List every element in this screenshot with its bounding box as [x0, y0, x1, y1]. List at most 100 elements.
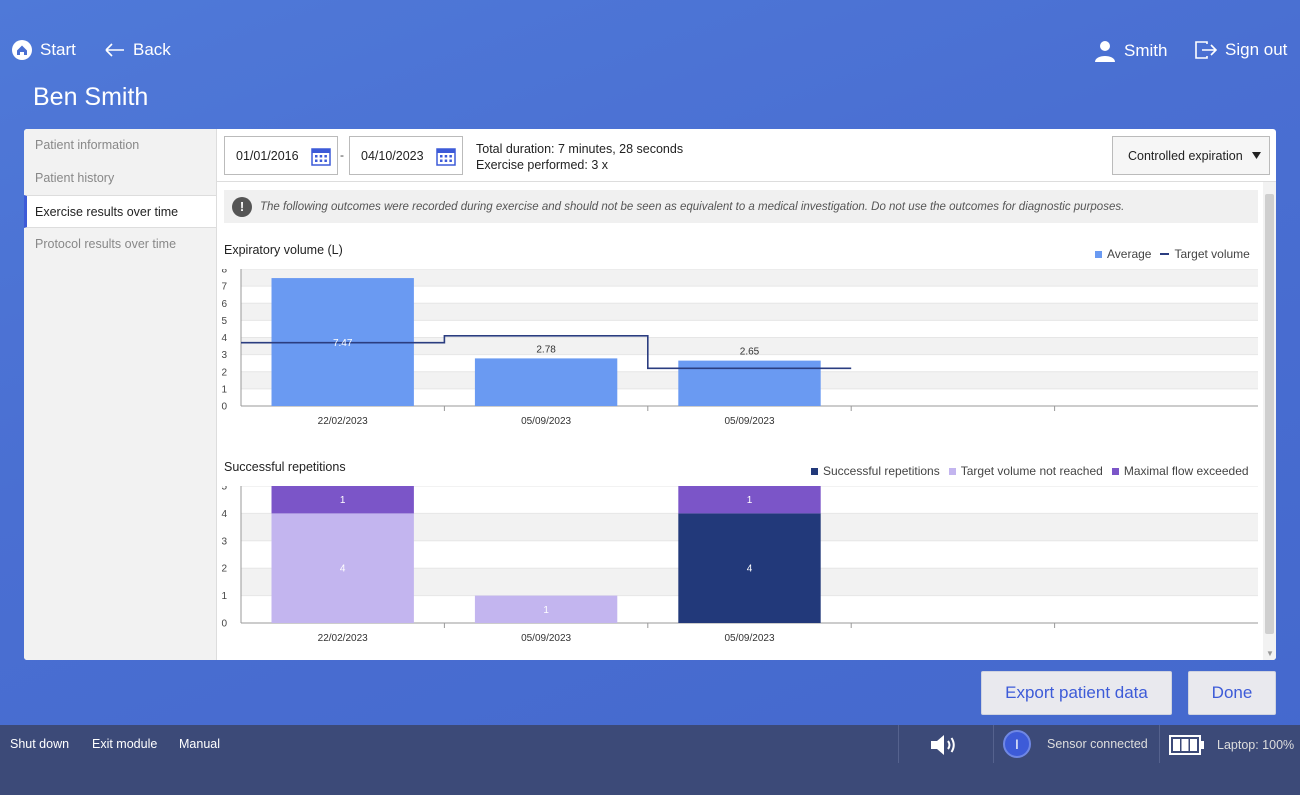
export-patient-data-button[interactable]: Export patient data [981, 671, 1172, 715]
exercise-count: Exercise performed: 3 x [476, 158, 608, 172]
x-tick-label: 05/09/2023 [521, 633, 571, 644]
start-label: Start [40, 40, 76, 59]
bar-average [474, 358, 618, 406]
volume-chart: 0 1 2 3 4 5 6 7 8 22/02/2023 05/09/2023 05/09/2023 7… [221, 269, 1258, 427]
scrollbar-thumb[interactable] [1265, 194, 1274, 634]
calendar-icon[interactable] [436, 146, 456, 166]
y-tick-label: 3 [221, 536, 227, 547]
status-divider [993, 725, 994, 763]
done-button[interactable]: Done [1188, 671, 1276, 715]
manual-button[interactable]: Manual [179, 737, 220, 751]
repetitions-chart-legend: Successful repetitions Target volume not… [811, 464, 1249, 478]
user-button[interactable]: Smith [1094, 40, 1167, 62]
y-tick-label: 5 [221, 486, 227, 493]
y-tick-label: 2 [221, 564, 227, 575]
mode-dropdown[interactable]: Controlled expiration [1112, 136, 1270, 175]
start-button[interactable]: Start [12, 40, 76, 60]
x-tick-label: 05/09/2023 [724, 416, 774, 427]
user-icon [1095, 41, 1115, 62]
status-divider [1159, 725, 1160, 763]
legend-swatch-not-reached [948, 467, 956, 475]
y-tick-label: 4 [221, 509, 227, 520]
sensor-status: I Sensor connected [1003, 730, 1148, 758]
legend-swatch-target-volume [1160, 253, 1170, 255]
calendar-icon[interactable] [311, 146, 331, 166]
arrow-left-icon [105, 43, 124, 57]
battery-label: Laptop: 100% [1217, 738, 1295, 752]
legend-swatch-average [1095, 250, 1102, 258]
shut-down-button[interactable]: Shut down [10, 737, 69, 751]
filter-toolbar: 01/01/2016 - 04/10/2023 Total duration: … [217, 129, 1276, 182]
legend-label-flow-exceeded: Maximal flow exceeded [1123, 464, 1249, 478]
y-tick-label: 6 [221, 299, 227, 310]
date-to-field[interactable]: 04/10/2023 [349, 136, 463, 175]
exit-module-button[interactable]: Exit module [92, 737, 157, 751]
scroll-down-icon[interactable]: ▼ [1266, 649, 1274, 658]
content-scrollbar[interactable]: ▼ [1263, 182, 1276, 660]
disclaimer-text: The following outcomes were recorded dur… [260, 200, 1125, 213]
exclamation-icon: ! [232, 196, 252, 217]
back-label: Back [133, 40, 171, 59]
x-tick-label: 22/02/2023 [318, 633, 368, 644]
caret-down-icon [1252, 151, 1261, 159]
segment-value-label: 4 [747, 564, 753, 575]
segment-value-label: 1 [543, 605, 549, 616]
x-tick-label: 05/09/2023 [521, 416, 571, 427]
main-panel: Patient information Patient history Exer… [24, 129, 1276, 660]
sensor-status-label: Sensor connected [1047, 737, 1148, 751]
date-to-value: 04/10/2023 [361, 148, 424, 163]
signout-button[interactable]: Sign out [1195, 40, 1287, 60]
segment-value-label: 1 [340, 495, 346, 506]
home-icon [12, 40, 32, 60]
y-tick-label: 0 [221, 619, 227, 630]
speaker-icon[interactable] [929, 734, 959, 756]
exercise-summary: Total duration: 7 minutes, 28 seconds Ex… [476, 141, 683, 173]
y-tick-label: 0 [221, 402, 227, 413]
legend-label-successful: Successful repetitions [823, 464, 940, 478]
y-tick-label: 1 [221, 384, 227, 395]
date-from-value: 01/01/2016 [236, 148, 299, 163]
mode-selected: Controlled expiration [1128, 148, 1243, 163]
legend-label-target-volume: Target volume [1174, 247, 1250, 261]
signout-label: Sign out [1225, 40, 1288, 59]
repetitions-chart-title: Successful repetitions [224, 460, 346, 474]
x-tick-label: 22/02/2023 [318, 416, 368, 427]
bar-value-label: 2.78 [536, 344, 556, 355]
y-tick-label: 2 [221, 367, 227, 378]
sidebar-item-exercise-results[interactable]: Exercise results over time [24, 195, 216, 228]
y-tick-label: 4 [221, 333, 227, 344]
top-header: Start Back Smith Sign out Ben Smith [0, 0, 1300, 130]
date-from-field[interactable]: 01/01/2016 [224, 136, 338, 175]
sign-out-icon [1195, 41, 1217, 59]
battery-icon [1169, 735, 1204, 755]
segment-value-label: 4 [340, 564, 346, 575]
content-area: 01/01/2016 - 04/10/2023 Total duration: … [217, 129, 1276, 660]
legend-swatch-successful [811, 467, 818, 475]
status-bar: Shut down Exit module Manual I Sensor co… [0, 725, 1300, 795]
x-tick-label: 05/09/2023 [724, 633, 774, 644]
disclaimer-notice: ! The following outcomes were recorded d… [224, 190, 1258, 223]
total-duration: Total duration: 7 minutes, 28 seconds [476, 142, 684, 156]
legend-swatch-flow-exceeded [1111, 467, 1119, 475]
y-tick-label: 5 [221, 316, 227, 327]
sidebar: Patient information Patient history Exer… [24, 129, 217, 660]
bar-average [678, 360, 821, 406]
bar-value-label: 2.65 [740, 347, 760, 358]
volume-chart-title: Expiratory volume (L) [224, 243, 343, 257]
bar-value-label: 7.47 [333, 338, 353, 349]
y-tick-label: 7 [221, 282, 227, 293]
battery-status: Laptop: 100% [1169, 735, 1294, 755]
legend-label-average: Average [1107, 247, 1152, 261]
back-button[interactable]: Back [105, 40, 171, 60]
repetitions-chart: 0 1 2 3 4 5 22/02/2023 05/09/2023 05/09/2023 4 1 1 4… [221, 486, 1258, 644]
y-tick-label: 8 [221, 269, 227, 276]
date-separator: - [340, 148, 344, 162]
sidebar-item-patient-history[interactable]: Patient history [24, 162, 216, 195]
y-tick-label: 1 [221, 591, 227, 602]
sidebar-item-patient-information[interactable]: Patient information [24, 129, 216, 162]
legend-label-not-reached: Target volume not reached [960, 464, 1103, 478]
patient-name: Ben Smith [33, 83, 149, 111]
segment-value-label: 1 [747, 495, 753, 506]
sidebar-item-protocol-results[interactable]: Protocol results over time [24, 228, 216, 261]
status-divider [898, 725, 899, 763]
